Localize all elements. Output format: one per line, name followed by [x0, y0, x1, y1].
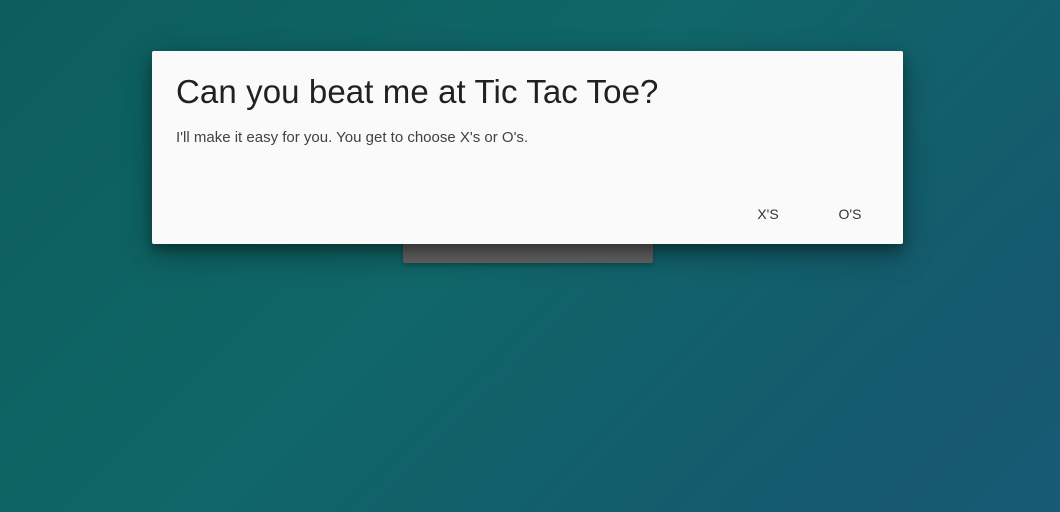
dialog-title: Can you beat me at Tic Tac Toe?: [176, 73, 659, 110]
dialog-message: I'll make it easy for you. You get to ch…: [176, 129, 529, 146]
choose-x-button[interactable]: X'S: [731, 196, 805, 232]
choose-o-button[interactable]: O'S: [813, 196, 887, 232]
dialog-actions: X'S O'S: [731, 196, 887, 232]
choose-side-dialog: Can you beat me at Tic Tac Toe? I'll mak…: [152, 51, 903, 244]
